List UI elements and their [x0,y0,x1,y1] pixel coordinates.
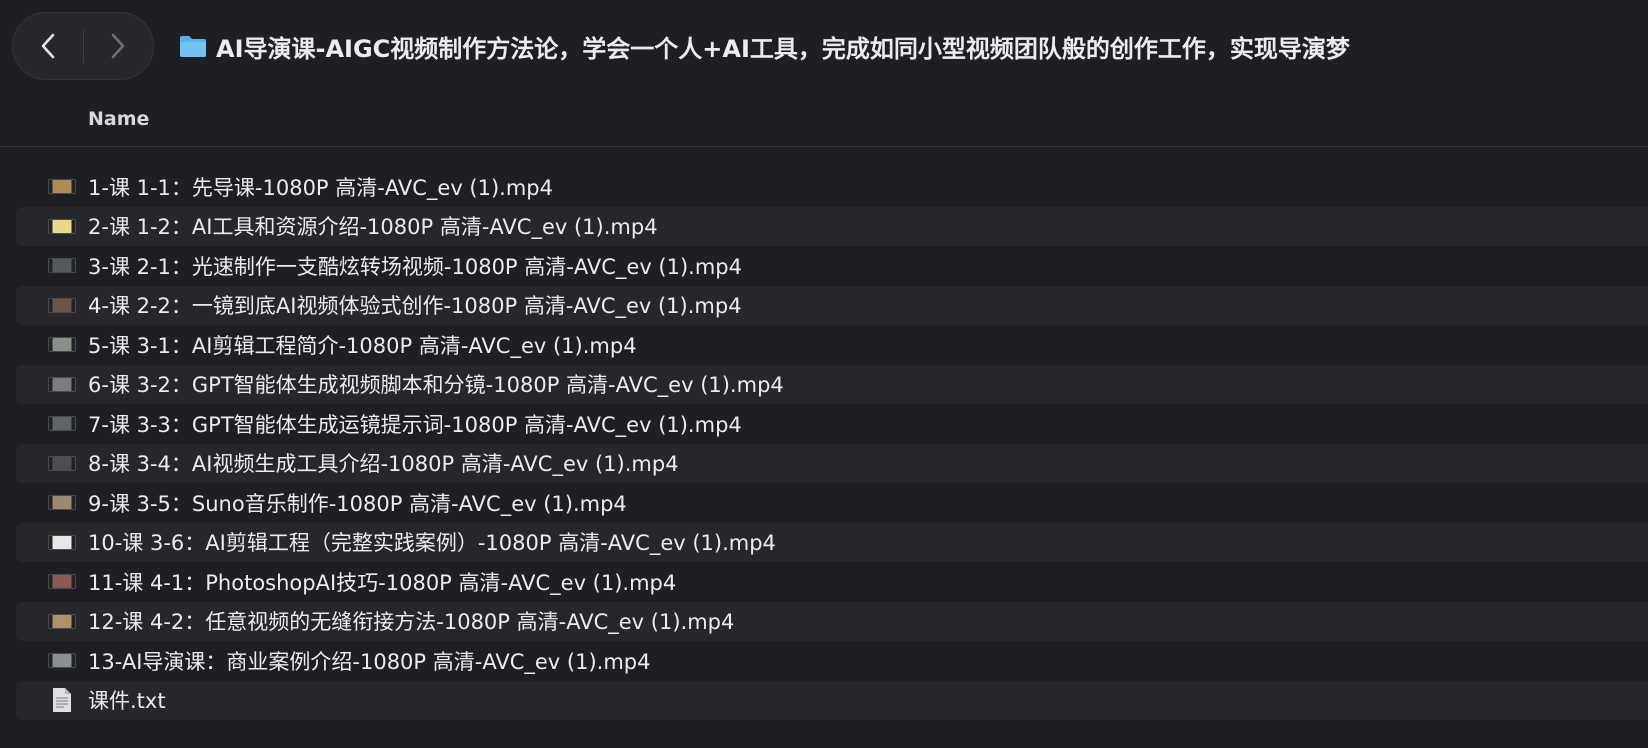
file-row[interactable]: 8-课 3-4：AI视频生成工具介绍-1080P 高清-AVC_ev (1).m… [16,443,1648,483]
video-thumbnail-icon [48,574,76,590]
back-button[interactable] [13,13,83,79]
navigation-buttons [12,12,154,80]
chevron-left-icon [41,33,55,59]
file-list: 1-课 1-1：先导课-1080P 高清-AVC_ev (1).mp4 2-课 1… [16,167,1648,720]
file-row[interactable]: 9-课 3-5：Suno音乐制作-1080P 高清-AVC_ev (1).mp4 [16,483,1648,523]
file-row[interactable]: 12-课 4-2：任意视频的无缝衔接方法-1080P 高清-AVC_ev (1)… [16,601,1648,641]
text-document-icon [53,688,71,713]
video-thumbnail-icon [48,534,76,550]
video-thumbnail-icon [48,416,76,432]
file-name: 8-课 3-4：AI视频生成工具介绍-1080P 高清-AVC_ev (1).m… [88,452,679,477]
file-name: 3-课 2-1：光速制作一支酷炫转场视频-1080P 高清-AVC_ev (1)… [88,254,742,279]
file-name: 5-课 3-1：AI剪辑工程简介-1080P 高清-AVC_ev (1).mp4 [88,333,637,358]
video-thumbnail-icon [48,455,76,471]
file-row[interactable]: 11-课 4-1：PhotoshopAI技巧-1080P 高清-AVC_ev (… [16,562,1648,602]
file-name: 9-课 3-5：Suno音乐制作-1080P 高清-AVC_ev (1).mp4 [88,491,627,516]
file-row[interactable]: 10-课 3-6：AI剪辑工程（完整实践案例）-1080P 高清-AVC_ev … [16,522,1648,562]
folder-title-text: AI导演课-AIGC视频制作方法论，学会一个人+AI工具，完成如同小型视频团队般… [216,34,1350,63]
folder-icon [180,36,206,57]
file-name: 2-课 1-2：AI工具和资源介绍-1080P 高清-AVC_ev (1).mp… [88,215,658,240]
file-row[interactable]: 5-课 3-1：AI剪辑工程简介-1080P 高清-AVC_ev (1).mp4 [16,325,1648,365]
forward-button[interactable] [84,13,154,79]
file-name: 6-课 3-2：GPT智能体生成视频脚本和分镜-1080P 高清-AVC_ev … [88,373,784,398]
file-name: 13-AI导演课：商业案例介绍-1080P 高清-AVC_ev (1).mp4 [88,649,651,674]
file-name: 4-课 2-2：一镜到底AI视频体验式创作-1080P 高清-AVC_ev (1… [88,294,742,319]
file-row[interactable]: 4-课 2-2：一镜到底AI视频体验式创作-1080P 高清-AVC_ev (1… [16,285,1648,325]
finder-window: AI导演课-AIGC视频制作方法论，学会一个人+AI工具，完成如同小型视频团队般… [0,0,1648,748]
file-row[interactable]: 7-课 3-3：GPT智能体生成运镜提示词-1080P 高清-AVC_ev (1… [16,404,1648,444]
file-row[interactable]: 6-课 3-2：GPT智能体生成视频脚本和分镜-1080P 高清-AVC_ev … [16,364,1648,404]
name-column-header[interactable]: Name [88,108,149,130]
file-name: 7-课 3-3：GPT智能体生成运镜提示词-1080P 高清-AVC_ev (1… [88,412,742,437]
video-thumbnail-icon [48,653,76,669]
column-header: Name [0,98,1648,147]
file-name: 1-课 1-1：先导课-1080P 高清-AVC_ev (1).mp4 [88,175,553,200]
window-title: AI导演课-AIGC视频制作方法论，学会一个人+AI工具，完成如同小型视频团队般… [178,28,1648,64]
toolbar: AI导演课-AIGC视频制作方法论，学会一个人+AI工具，完成如同小型视频团队般… [0,0,1648,92]
file-name: 课件.txt [88,689,166,714]
file-row[interactable]: 2-课 1-2：AI工具和资源介绍-1080P 高清-AVC_ev (1).mp… [16,206,1648,246]
file-row[interactable]: 1-课 1-1：先导课-1080P 高清-AVC_ev (1).mp4 [16,167,1648,207]
file-name: 10-课 3-6：AI剪辑工程（完整实践案例）-1080P 高清-AVC_ev … [88,531,776,556]
video-thumbnail-icon [48,218,76,234]
chevron-right-icon [111,33,125,59]
file-name: 12-课 4-2：任意视频的无缝衔接方法-1080P 高清-AVC_ev (1)… [88,610,735,635]
file-row[interactable]: 3-课 2-1：光速制作一支酷炫转场视频-1080P 高清-AVC_ev (1)… [16,246,1648,286]
video-thumbnail-icon [48,495,76,511]
video-thumbnail-icon [48,179,76,195]
file-row[interactable]: 13-AI导演课：商业案例介绍-1080P 高清-AVC_ev (1).mp4 [16,641,1648,681]
video-thumbnail-icon [48,297,76,313]
file-row[interactable]: 课件.txt [16,680,1648,720]
video-thumbnail-icon [48,376,76,392]
video-thumbnail-icon [48,258,76,274]
video-thumbnail-icon [48,337,76,353]
video-thumbnail-icon [48,613,76,629]
file-name: 11-课 4-1：PhotoshopAI技巧-1080P 高清-AVC_ev (… [88,570,677,595]
